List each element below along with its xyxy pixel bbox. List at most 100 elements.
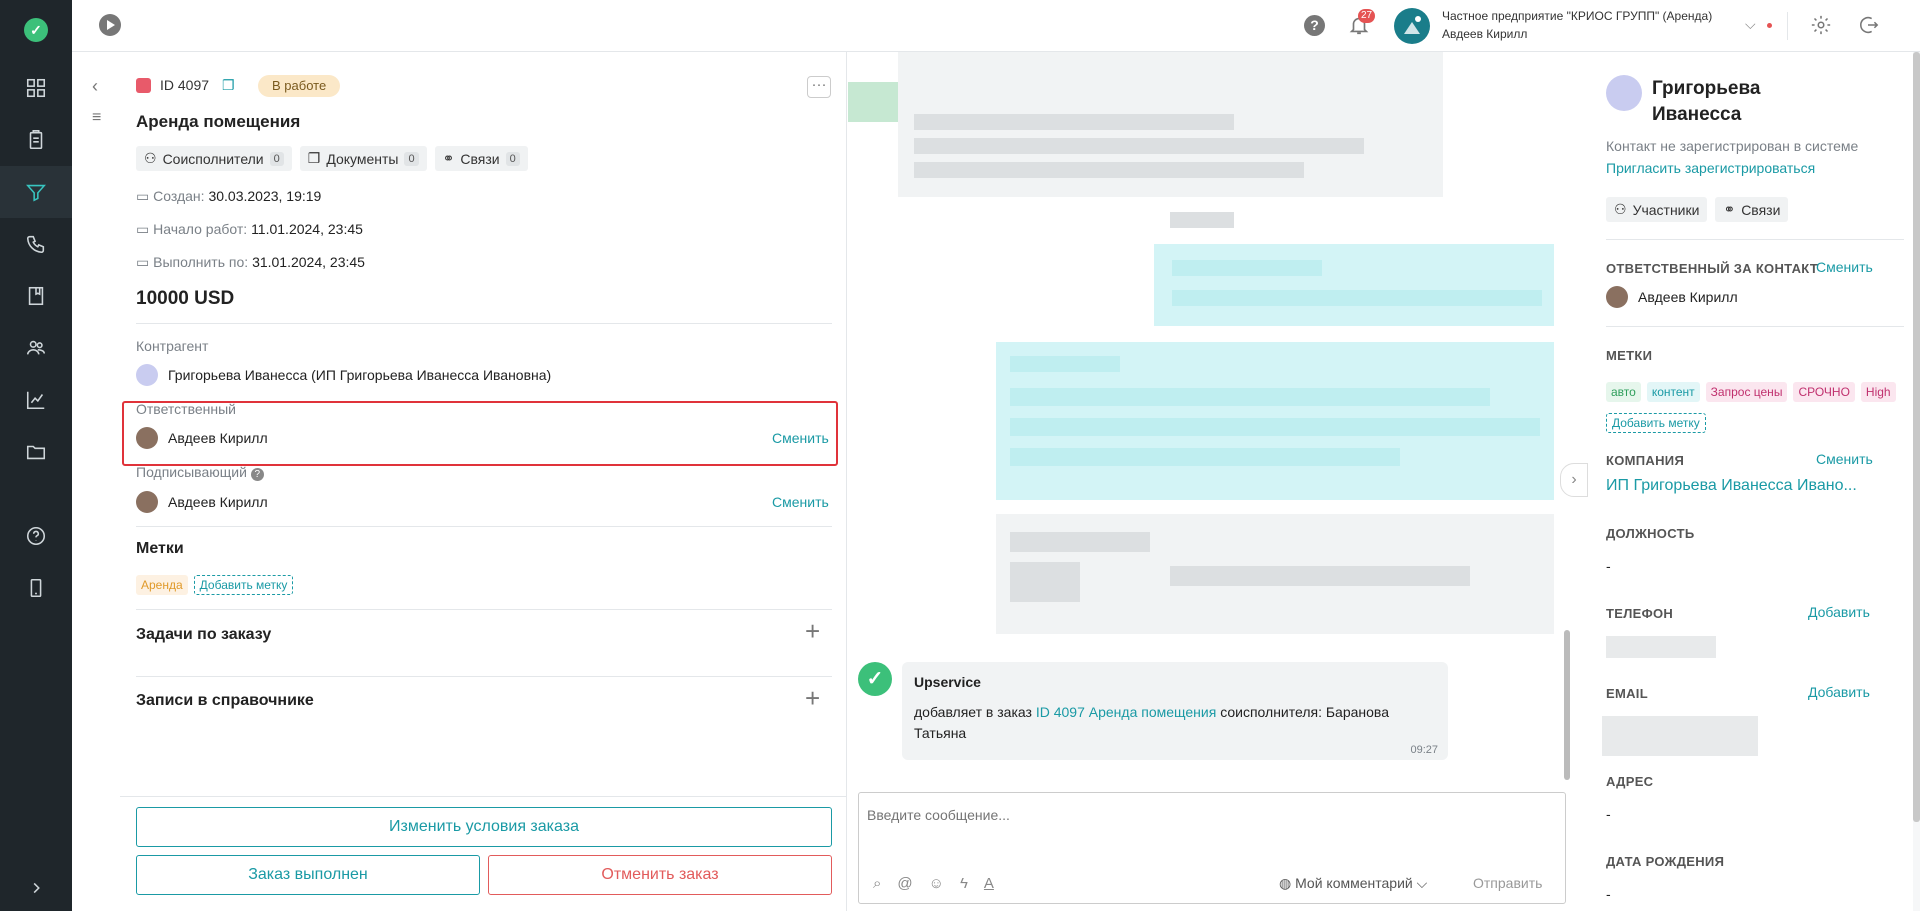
chat-scrollbar[interactable] [1564,630,1570,780]
company-label: КОМПАНИЯ [1606,453,1685,468]
responsible-name: Авдеев Кирилл [168,430,268,446]
contact-tags: авто контент Запрос цены СРОЧНО High Добавить… [1606,376,1906,438]
help-icon[interactable]: ? [1304,15,1325,36]
responsible-avatar [136,427,158,449]
invite-register-link[interactable]: Пригласить зарегистрироваться [1606,160,1815,176]
change-company-link[interactable]: Сменить [1816,451,1873,467]
order-done-button[interactable]: Заказ выполнен [136,855,480,895]
contacts-icon[interactable] [0,322,72,374]
order-amount: 10000 USD [136,288,235,309]
order-link[interactable]: ID 4097 Аренда помещения [1036,704,1216,720]
calendar-icon: ▭ [136,254,154,270]
upservice-avatar-check-icon: ✓ [858,662,892,696]
links-chip[interactable]: ⚭ Связи 0 [434,146,528,171]
message-input[interactable] [867,803,1547,827]
menu-lines-icon[interactable]: ≡ [92,109,101,127]
folder-icon[interactable] [0,426,72,478]
copy-icon[interactable]: ❐ [222,77,235,94]
help-icon[interactable] [0,510,72,562]
change-contact-responsible-link[interactable]: Сменить [1816,259,1873,275]
more-options-button[interactable]: ··· [807,76,831,98]
logout-icon[interactable] [1857,14,1879,40]
chat-messages-area[interactable]: ✓ Upservice добавляет в заказ ID 4097 Ар… [848,52,1590,782]
email-value-blurred [1602,716,1758,756]
add-email-link[interactable]: Добавить [1808,684,1870,700]
top-bar: ? 27 Частное предприятие "КРИОС ГРУПП" (… [72,0,1920,52]
add-tag-button[interactable]: Добавить метку [193,575,294,595]
chevron-down-icon[interactable]: ⌵ [1745,16,1756,33]
message-composer: ⌕ @ ☺ ϟ A ◍ Мой комментарий ⌵ Отправить [858,792,1566,904]
company-link[interactable]: ИП Григорьева Иванесса Ивано... [1606,477,1857,495]
tag-urgent[interactable]: СРОЧНО [1793,382,1855,402]
lightning-icon[interactable]: ϟ [960,875,968,892]
tag-auto[interactable]: авто [1606,382,1641,402]
chart-icon[interactable] [0,374,72,426]
emoji-icon[interactable]: ☺ [929,875,944,892]
counterparty-name[interactable]: Григорьева Иванесса (ИП Григорьева Иване… [168,367,551,383]
signer-avatar [136,491,158,513]
tag-arenda[interactable]: Аренда [136,575,188,595]
book-icon[interactable] [0,270,72,322]
message-text: добавляет в заказ ID 4097 Аренда помещен… [914,704,1389,741]
birth-date-value: - [1606,886,1611,902]
settings-gear-icon[interactable] [1810,14,1832,40]
order-chips: ⚇ Соисполнители 0 ❐ Документы 0 ⚭ Связи 0 [136,146,528,171]
calendar-icon: ▭ [136,221,154,237]
address-value: - [1606,806,1611,822]
status-dot-icon [1767,23,1772,28]
company-avatar[interactable] [1394,8,1430,44]
contact-name: Григорьева Иванесса [1652,78,1761,125]
expand-chevron-icon[interactable] [0,862,72,914]
participants-chip[interactable]: ⚇ Участники [1606,197,1708,222]
composer-tools: ⌕ @ ☺ ϟ A [873,875,994,892]
add-record-plus-icon[interactable]: + [805,685,820,711]
change-signer-link[interactable]: Сменить [772,494,829,510]
status-badge[interactable]: В работе [258,75,341,97]
cancel-order-button[interactable]: Отменить заказ [488,855,832,895]
contact-add-tag-button[interactable]: Добавить метку [1606,413,1706,433]
edit-order-conditions-button[interactable]: Изменить условия заказа [136,807,832,847]
chevron-down-icon: ⌵ [1416,875,1428,891]
contact-responsible-avatar [1606,286,1628,308]
orders-clipboard-icon[interactable] [0,114,72,166]
notification-bell-icon[interactable]: 27 [1348,9,1376,36]
phone-icon[interactable] [0,218,72,270]
mobile-icon[interactable] [0,562,72,614]
text-format-icon[interactable]: A [984,875,994,892]
logo-check-icon[interactable]: ✓ [0,4,72,56]
position-label: ДОЛЖНОСТЬ [1606,526,1695,541]
contact-responsible-label: ОТВЕТСТВЕННЫЙ ЗА КОНТАКТ [1606,261,1819,276]
play-icon[interactable] [99,14,121,36]
add-task-plus-icon[interactable]: + [805,618,820,644]
dashboard-grid-icon[interactable] [0,62,72,114]
co-executors-chip[interactable]: ⚇ Соисполнители 0 [136,146,292,171]
contact-links-chip[interactable]: ⚭ Связи [1715,197,1789,222]
attach-clip-icon[interactable]: ⌕ [873,875,881,892]
send-button[interactable]: Отправить [1473,875,1542,891]
contact-tags-label: МЕТКИ [1606,348,1653,363]
created-date: ▭ Создан: 30.03.2023, 19:19 [136,188,322,204]
back-arrow-icon[interactable]: ‹ [92,76,98,97]
contact-panel-scrollbar[interactable] [1913,52,1920,822]
account-info[interactable]: Частное предприятие "КРИОС ГРУПП" (Аренд… [1442,7,1712,43]
tag-content[interactable]: контент [1646,382,1700,402]
tag-high[interactable]: High [1860,382,1896,402]
mention-at-icon[interactable]: @ [897,875,912,892]
address-label: АДРЕС [1606,774,1654,789]
change-responsible-link[interactable]: Сменить [772,430,829,446]
people-icon: ⚇ [144,150,157,166]
comment-mode-select[interactable]: ◍ Мой комментарий ⌵ [1279,875,1427,892]
chat-panel: ✓ Upservice добавляет в заказ ID 4097 Ар… [848,52,1590,911]
order-panel: ‹ ≡ ID 4097 ❐ В работе ··· Аренда помеще… [72,52,847,911]
documents-chip[interactable]: ❐ Документы 0 [299,146,427,171]
add-phone-link[interactable]: Добавить [1808,604,1870,620]
tag-price-request[interactable]: Запрос цены [1705,382,1788,402]
company-name: Частное предприятие "КРИОС ГРУПП" (Аренд… [1442,9,1713,23]
notification-count-badge: 27 [1358,9,1376,23]
message-sender: Upservice [914,674,981,690]
filter-funnel-icon[interactable] [0,166,72,218]
current-user-name: Авдеев Кирилл [1442,27,1528,41]
link-icon: ⚭ [1723,201,1736,217]
collapse-panel-chevron-icon[interactable]: › [1560,463,1588,497]
system-message: Upservice добавляет в заказ ID 4097 Арен… [902,662,1448,760]
